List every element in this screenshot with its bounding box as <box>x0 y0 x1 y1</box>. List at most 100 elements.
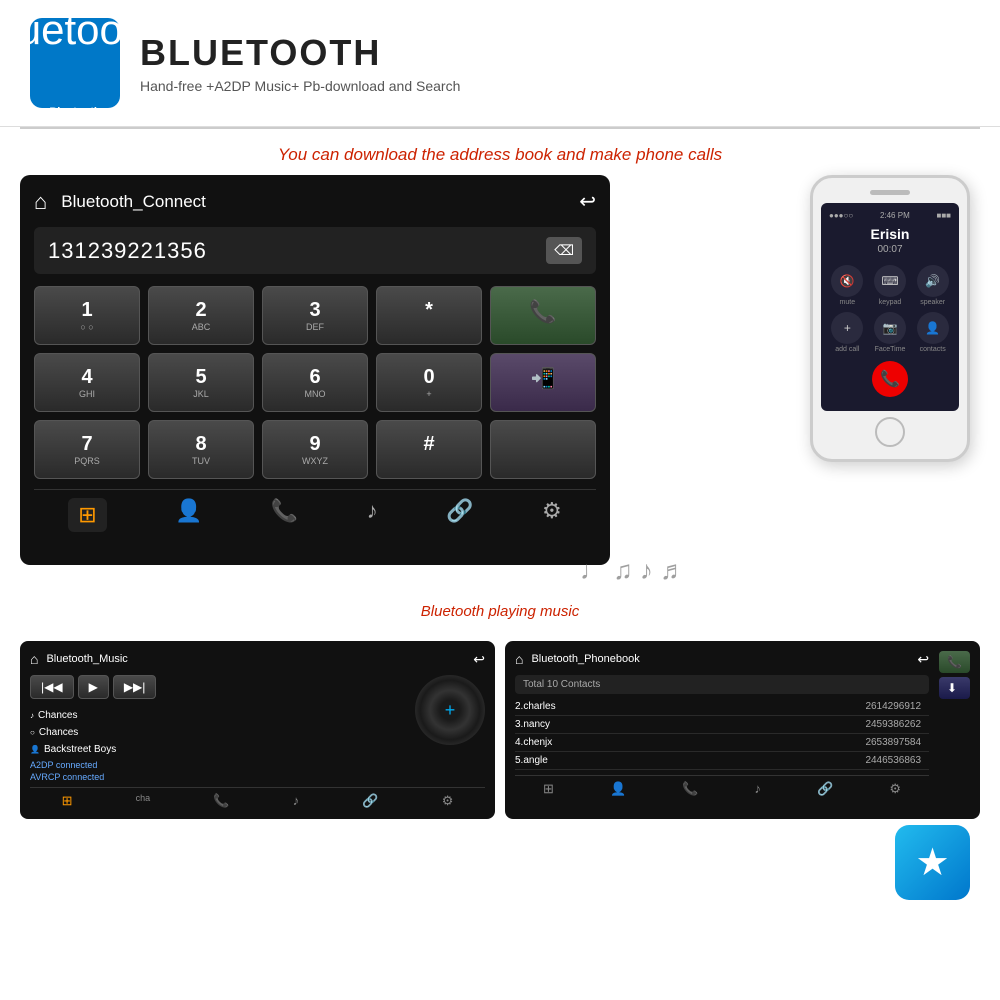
sp-battery: ■■■ <box>937 211 952 220</box>
music-bottom-nav: ⊞ cha 📞 ♪ 🔗 ⚙ <box>30 787 485 809</box>
key-8[interactable]: 8TUV <box>148 420 254 479</box>
music-nav-search-text: cha <box>136 793 151 809</box>
contacts-nav-gear[interactable]: ⚙ <box>889 781 901 797</box>
sp-facetime-btn[interactable]: 📷 <box>874 312 906 344</box>
sp-mute-btn[interactable]: 🔇 <box>831 265 863 297</box>
header-subtitle: Hand-free +A2DP Music+ Pb-download and S… <box>140 78 460 94</box>
bt-headphone-icon: ★ <box>895 825 970 900</box>
sp-home-button[interactable] <box>875 417 905 447</box>
bottom-screens-section: ⌂ Bluetooth_Music ↩ |◀◀ ▶ ▶▶| ♪ Chances … <box>0 631 1000 819</box>
contacts-nav-note[interactable]: ♪ <box>755 781 762 797</box>
key-1[interactable]: 1○ ○ <box>34 286 140 345</box>
contacts-home-icon[interactable]: ⌂ <box>515 651 523 667</box>
download-contacts-button[interactable]: ⬇ <box>939 677 970 699</box>
nav-link-icon[interactable]: 🔗 <box>446 498 473 532</box>
contacts-nav-link[interactable]: 🔗 <box>817 781 833 797</box>
phone-number: 131239221356 <box>48 238 207 264</box>
dialer-screen: ⌂ Bluetooth_Connect ↩ 131239221356 ⌫ 1○ … <box>20 175 610 565</box>
contacts-screen-title: Bluetooth_Phonebook <box>531 653 639 665</box>
play-pause-button[interactable]: ▶ <box>78 675 109 699</box>
key-hash[interactable]: # <box>376 420 482 479</box>
sp-caller-name: Erisin <box>829 226 951 242</box>
key-9[interactable]: 9WXYZ <box>262 420 368 479</box>
disc-icon: ○ <box>30 728 35 737</box>
sp-addcall-btn[interactable]: + <box>831 312 863 344</box>
sp-call-buttons: 🔇 mute ⌨ keypad 🔊 speaker + add call <box>829 265 951 353</box>
sp-contacts-btn[interactable]: 👤 <box>917 312 949 344</box>
sp-keypad-label: keypad <box>872 299 909 306</box>
call-button[interactable]: 📞 <box>490 286 596 345</box>
contact-2-name: 3.nancy <box>515 719 718 730</box>
contacts-nav-phone[interactable]: 📞 <box>682 781 698 797</box>
contacts-nav-user[interactable]: 👤 <box>610 781 626 797</box>
key-6[interactable]: 6MNO <box>262 353 368 412</box>
nav-settings-icon[interactable]: ⚙ <box>542 498 562 532</box>
nav-phone-icon[interactable]: 📞 <box>271 498 298 532</box>
contact-row: 4.chenjx 2653897584 <box>515 734 929 752</box>
sp-carrier: ●●●○○ <box>829 211 853 220</box>
key-empty <box>490 420 596 479</box>
music-nav-link[interactable]: 🔗 <box>362 793 378 809</box>
end-call-button[interactable]: 📲 <box>490 353 596 412</box>
contact-4-phone: 2446536863 <box>718 755 929 766</box>
next-button[interactable]: ▶▶| <box>113 675 157 699</box>
contacts-back-icon[interactable]: ↩ <box>917 651 929 668</box>
contact-row: 2.charles 2614296912 <box>515 698 929 716</box>
sp-end-call-btn[interactable]: 📞 <box>872 361 908 397</box>
home-icon[interactable]: ⌂ <box>34 189 47 215</box>
track-1-name: Chances <box>38 710 77 721</box>
key-star[interactable]: * <box>376 286 482 345</box>
bluetooth-logo: Bluetooth; Bluetooth <box>30 18 120 108</box>
sp-call-duration: 00:07 <box>829 244 951 255</box>
contacts-bottom-nav: ⊞ 👤 📞 ♪ 🔗 ⚙ <box>515 775 929 797</box>
music-nav-gear[interactable]: ⚙ <box>442 793 454 809</box>
music-home-icon[interactable]: ⌂ <box>30 651 38 667</box>
contacts-list: 2.charles 2614296912 3.nancy 2459386262 … <box>515 698 929 770</box>
track-1: ♪ Chances <box>30 707 407 724</box>
sp-speaker-btn[interactable]: 🔊 <box>917 265 949 297</box>
sp-status-bar: ●●●○○ 2:46 PM ■■■ <box>829 211 951 220</box>
sp-screen: ●●●○○ 2:46 PM ■■■ Erisin 00:07 🔇 mute ⌨ … <box>821 203 959 411</box>
bt-logo-label: Bluetooth <box>49 106 100 118</box>
backspace-button[interactable]: ⌫ <box>546 237 582 264</box>
prev-button[interactable]: |◀◀ <box>30 675 74 699</box>
music-nav-note[interactable]: ♪ <box>293 793 300 809</box>
sp-addcall-label: add call <box>829 346 866 353</box>
contact-1-phone: 2614296912 <box>718 701 929 712</box>
sp-facetime-group: 📷 FaceTime <box>872 312 909 353</box>
nav-contacts-icon[interactable]: 👤 <box>175 498 202 532</box>
sp-contacts-label: contacts <box>914 346 951 353</box>
key-0[interactable]: 0+ <box>376 353 482 412</box>
key-5[interactable]: 5JKL <box>148 353 254 412</box>
nav-music-icon[interactable]: ♪ <box>367 498 378 532</box>
page-title: BLUETOOTH <box>140 32 460 74</box>
key-7[interactable]: 7PQRS <box>34 420 140 479</box>
back-icon[interactable]: ↩ <box>579 189 596 214</box>
sp-mute-label: mute <box>829 299 866 306</box>
key-2[interactable]: 2ABC <box>148 286 254 345</box>
sp-facetime-label: FaceTime <box>872 346 909 353</box>
call-contact-button[interactable]: 📞 <box>939 651 970 673</box>
dialer-bottom-nav: ⊞ 👤 📞 ♪ 🔗 ⚙ <box>34 489 596 536</box>
contact-4-name: 5.angle <box>515 755 718 766</box>
bottom-caption: Bluetooth playing music <box>0 595 1000 626</box>
header-section: Bluetooth; Bluetooth BLUETOOTH Hand-free… <box>0 0 1000 127</box>
sp-speaker-label: speaker <box>914 299 951 306</box>
music-nav-phone[interactable]: 📞 <box>213 793 229 809</box>
music-nav-apps[interactable]: ⊞ <box>62 793 73 809</box>
sp-keypad-btn[interactable]: ⌨ <box>874 265 906 297</box>
music-back-icon[interactable]: ↩ <box>473 651 485 668</box>
contacts-nav-apps[interactable]: ⊞ <box>543 781 554 797</box>
music-track-list: ♪ Chances ○ Chances 👤 Backstreet Boys A2… <box>30 707 407 782</box>
contact-3-phone: 2653897584 <box>718 737 929 748</box>
music-controls: |◀◀ ▶ ▶▶| <box>30 675 407 699</box>
key-3[interactable]: 3DEF <box>262 286 368 345</box>
sp-contacts-group: 👤 contacts <box>914 312 951 353</box>
header-text-block: BLUETOOTH Hand-free +A2DP Music+ Pb-down… <box>140 32 460 94</box>
dialer-title: Bluetooth_Connect <box>61 192 206 212</box>
key-4[interactable]: 4GHI <box>34 353 140 412</box>
nav-apps-icon[interactable]: ⊞ <box>68 498 106 532</box>
main-area: ⌂ Bluetooth_Connect ↩ 131239221356 ⌫ 1○ … <box>0 175 1000 565</box>
dialer-header: ⌂ Bluetooth_Connect ↩ <box>34 189 596 215</box>
contact-1-name: 2.charles <box>515 701 718 712</box>
